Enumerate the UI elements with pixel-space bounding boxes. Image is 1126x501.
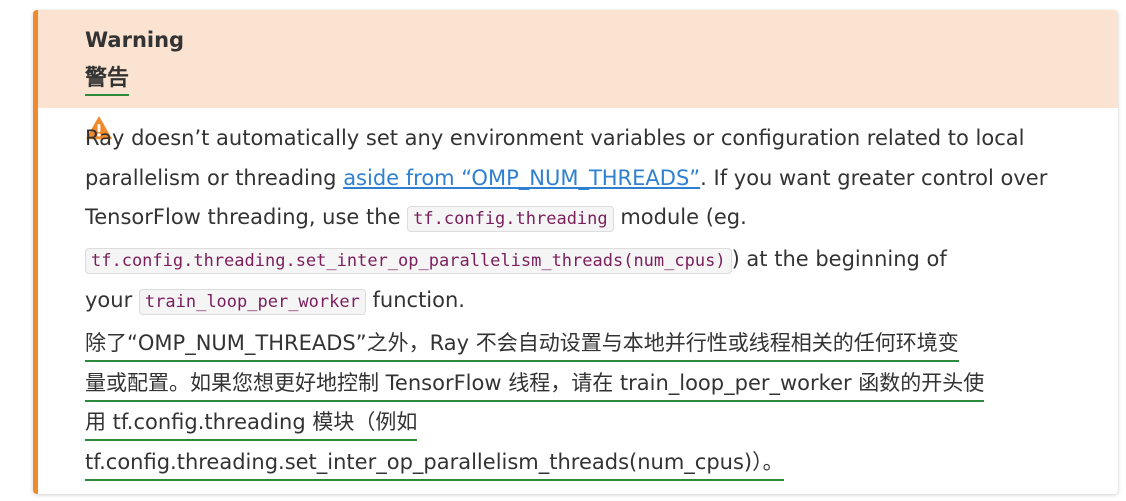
inline-code: tf.config.threading.set_inter_op_paralle…: [85, 247, 732, 274]
body-line: your train_loop_per_worker function.: [85, 281, 1085, 323]
admonition-body: Ray doesn’t automatically set any enviro…: [85, 119, 1085, 482]
omp-num-threads-link[interactable]: aside from “OMP_NUM_THREADS”: [343, 166, 700, 190]
body-line: Ray doesn’t automatically set any enviro…: [85, 119, 1085, 159]
inline-code: train_loop_per_worker: [138, 289, 366, 316]
admonition-header: Warning 警告: [38, 10, 1118, 108]
admonition-title: Warning: [85, 28, 185, 52]
admonition-title-translation: 警告: [85, 64, 130, 96]
body-text: your: [85, 288, 139, 313]
body-text: parallelism or threading: [85, 165, 344, 190]
body-text: function.: [365, 288, 465, 313]
body-text: module (eg.: [613, 205, 747, 230]
body-text: ) at the beginning of: [731, 246, 947, 271]
translation-line: 量或配置。如果您想更好地控制 TensorFlow 线程，请在 train_lo…: [85, 366, 985, 402]
translation-block: 除了“OMP_NUM_THREADS”之外，Ray 不会自动设置与本地并行性或线…: [85, 324, 1085, 482]
body-line: tf.config.threading.set_inter_op_paralle…: [85, 240, 1085, 282]
body-text: Ray doesn’t automatically set any enviro…: [85, 126, 1025, 150]
body-line: parallelism or threading aside from “OMP…: [85, 159, 1085, 199]
translation-line: 用 tf.config.threading 模块（例如: [85, 405, 418, 442]
inline-code: tf.config.threading: [407, 206, 614, 233]
translation-line: tf.config.threading.set_inter_op_paralle…: [85, 445, 784, 481]
body-text: . If you want greater control over: [700, 165, 1048, 190]
translation-line: 除了“OMP_NUM_THREADS”之外，Ray 不会自动设置与本地并行性或线…: [85, 326, 959, 362]
body-line: TensorFlow threading, use the tf.config.…: [85, 198, 1085, 240]
body-text: TensorFlow threading, use the: [85, 205, 408, 230]
